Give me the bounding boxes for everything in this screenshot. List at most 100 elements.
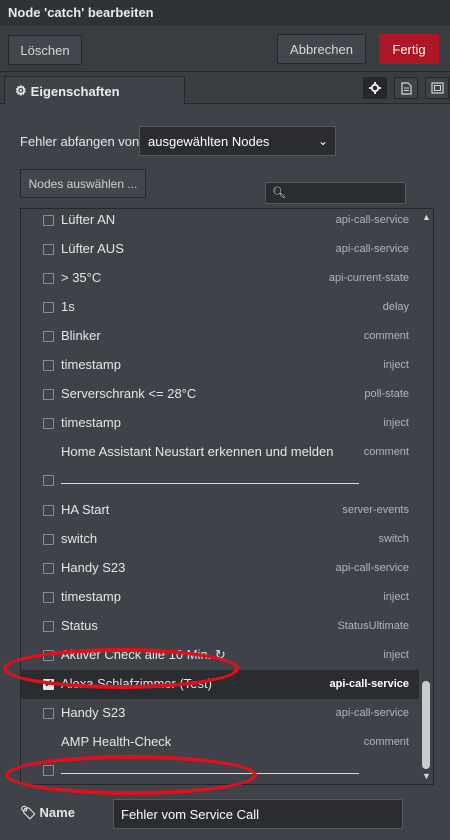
- list-item[interactable]: timestamp inject: [21, 409, 419, 438]
- node-type: inject: [383, 649, 409, 661]
- layout-icon: [430, 82, 444, 94]
- node-name: Alexa Schlafzimmer (Test): [61, 676, 212, 691]
- list-item[interactable]: Blinker comment: [21, 322, 419, 351]
- node-list-scrollbar[interactable]: ▲ ▼: [419, 209, 433, 784]
- catch-scope-select[interactable]: ausgewählten Nodes ⌄: [139, 126, 336, 156]
- node-name: 1s: [61, 299, 75, 314]
- list-item[interactable]: Alexa Schlafzimmer (Test) api-call-servic…: [21, 670, 419, 699]
- list-item[interactable]: timestamp inject: [21, 351, 419, 380]
- node-type: server-events: [342, 504, 409, 516]
- settings-tab-icon[interactable]: [363, 77, 387, 99]
- catch-scope-value: ausgewählten Nodes: [148, 133, 270, 149]
- node-name: Handy S23: [61, 705, 126, 720]
- node-name: AMP Health-Check: [61, 734, 172, 749]
- list-item[interactable]: Handy S23 api-call-service: [21, 554, 419, 583]
- node-name: Blinker: [61, 328, 101, 343]
- node-name: > 35°C: [61, 270, 102, 285]
- list-item[interactable]: 1s delay: [21, 293, 419, 322]
- cancel-button[interactable]: Abbrechen: [277, 34, 366, 64]
- list-item[interactable]: AMP Health-Check comment: [21, 728, 419, 784]
- node-checkbox[interactable]: [43, 389, 54, 400]
- scroll-down-icon[interactable]: ▼: [422, 771, 431, 781]
- node-checkbox[interactable]: [43, 360, 54, 371]
- dialog-button-row: Löschen Abbrechen Fertig: [0, 26, 450, 72]
- node-type: StatusUltimate: [337, 620, 409, 632]
- node-checkbox[interactable]: [43, 331, 54, 342]
- node-type: switch: [378, 533, 409, 545]
- node-name: Lüfter AN: [61, 212, 116, 227]
- scroll-thumb[interactable]: [422, 681, 430, 769]
- list-item[interactable]: Serverschrank <= 28°C poll-state: [21, 380, 419, 409]
- node-type: api-call-service: [335, 214, 409, 226]
- node-type: api-current-state: [328, 272, 409, 284]
- list-item[interactable]: Lüfter AUS api-call-service: [21, 235, 419, 264]
- node-name: timestamp: [61, 357, 121, 372]
- chevron-down-icon: ⌄: [317, 134, 328, 148]
- gear-icon: [369, 82, 381, 94]
- node-checkbox[interactable]: [43, 592, 54, 603]
- node-name: Lüfter AUS: [61, 241, 124, 256]
- node-name: switch: [61, 531, 98, 546]
- list-item[interactable]: Aktiver Check alle 10 Min. ↻ inject: [21, 641, 419, 670]
- appearance-tab-icon[interactable]: [425, 77, 449, 99]
- node-checkbox[interactable]: [43, 244, 54, 255]
- node-type: comment: [363, 736, 409, 748]
- list-item[interactable]: Home Assistant Neustart erkennen und mel…: [21, 438, 419, 496]
- node-checkbox[interactable]: [43, 534, 54, 545]
- comment-underline: [61, 483, 359, 484]
- node-checkbox[interactable]: [43, 273, 54, 284]
- node-checkbox[interactable]: [43, 302, 54, 313]
- node-checkbox[interactable]: [43, 563, 54, 574]
- node-type: comment: [363, 330, 409, 342]
- node-checkbox[interactable]: [43, 650, 54, 661]
- select-nodes-button[interactable]: Nodes auswählen ...: [20, 169, 146, 198]
- node-search-input[interactable]: [286, 185, 401, 201]
- node-name: Home Assistant Neustart erkennen und mel…: [61, 444, 334, 459]
- node-name: timestamp: [61, 415, 121, 430]
- node-list[interactable]: Lüfter AN api-call-service Lüfter AUS api-c…: [20, 208, 434, 785]
- node-search-box[interactable]: 🔍︎: [265, 182, 406, 204]
- node-type: inject: [383, 591, 409, 603]
- node-name: HA Start: [61, 502, 110, 517]
- list-item[interactable]: Lüfter AN api-call-service: [21, 209, 419, 235]
- description-tab-icon[interactable]: [394, 77, 418, 99]
- delete-button[interactable]: Löschen: [8, 35, 82, 65]
- node-type: inject: [383, 417, 409, 429]
- list-item[interactable]: timestamp inject: [21, 583, 419, 612]
- node-checkbox[interactable]: [43, 505, 54, 516]
- node-checkbox[interactable]: [43, 215, 54, 226]
- tag-icon: 🏷︎: [20, 805, 37, 820]
- node-checkbox[interactable]: [43, 677, 54, 690]
- node-checkbox[interactable]: [43, 418, 54, 429]
- node-checkbox[interactable]: [43, 708, 54, 719]
- catch-scope-label: Fehler abfangen von: [20, 134, 140, 149]
- node-name: Status: [61, 618, 98, 633]
- node-type: api-call-service: [335, 707, 409, 719]
- tab-properties[interactable]: ⚙ Eigenschaften: [4, 76, 185, 105]
- list-item[interactable]: Handy S23 api-call-service: [21, 699, 419, 728]
- list-item[interactable]: > 35°C api-current-state: [21, 264, 419, 293]
- node-name: timestamp: [61, 589, 121, 604]
- done-button[interactable]: Fertig: [379, 34, 439, 64]
- node-checkbox[interactable]: [43, 621, 54, 632]
- scroll-up-icon[interactable]: ▲: [422, 212, 431, 222]
- tab-properties-label: Eigenschaften: [30, 83, 120, 99]
- node-type: poll-state: [364, 388, 409, 400]
- comment-underline: [61, 773, 359, 774]
- name-label-text: Name: [39, 805, 75, 820]
- list-item[interactable]: HA Start server-events: [21, 496, 419, 525]
- list-item[interactable]: switch switch: [21, 525, 419, 554]
- node-name: Aktiver Check alle 10 Min. ↻: [61, 647, 226, 662]
- node-type: api-call-service: [335, 562, 409, 574]
- name-label: 🏷︎ Name: [20, 805, 75, 821]
- node-type: inject: [383, 359, 409, 371]
- tab-bar: ⚙ Eigenschaften: [0, 72, 450, 105]
- node-name: Handy S23: [61, 560, 126, 575]
- name-field[interactable]: [113, 799, 403, 829]
- dialog-title: Node 'catch' bearbeiten: [0, 0, 450, 26]
- list-item[interactable]: Status StatusUltimate: [21, 612, 419, 641]
- search-icon: 🔍︎: [272, 187, 286, 199]
- node-type: api-call-service: [335, 243, 409, 255]
- node-checkbox[interactable]: [43, 765, 54, 776]
- node-checkbox[interactable]: [43, 475, 54, 486]
